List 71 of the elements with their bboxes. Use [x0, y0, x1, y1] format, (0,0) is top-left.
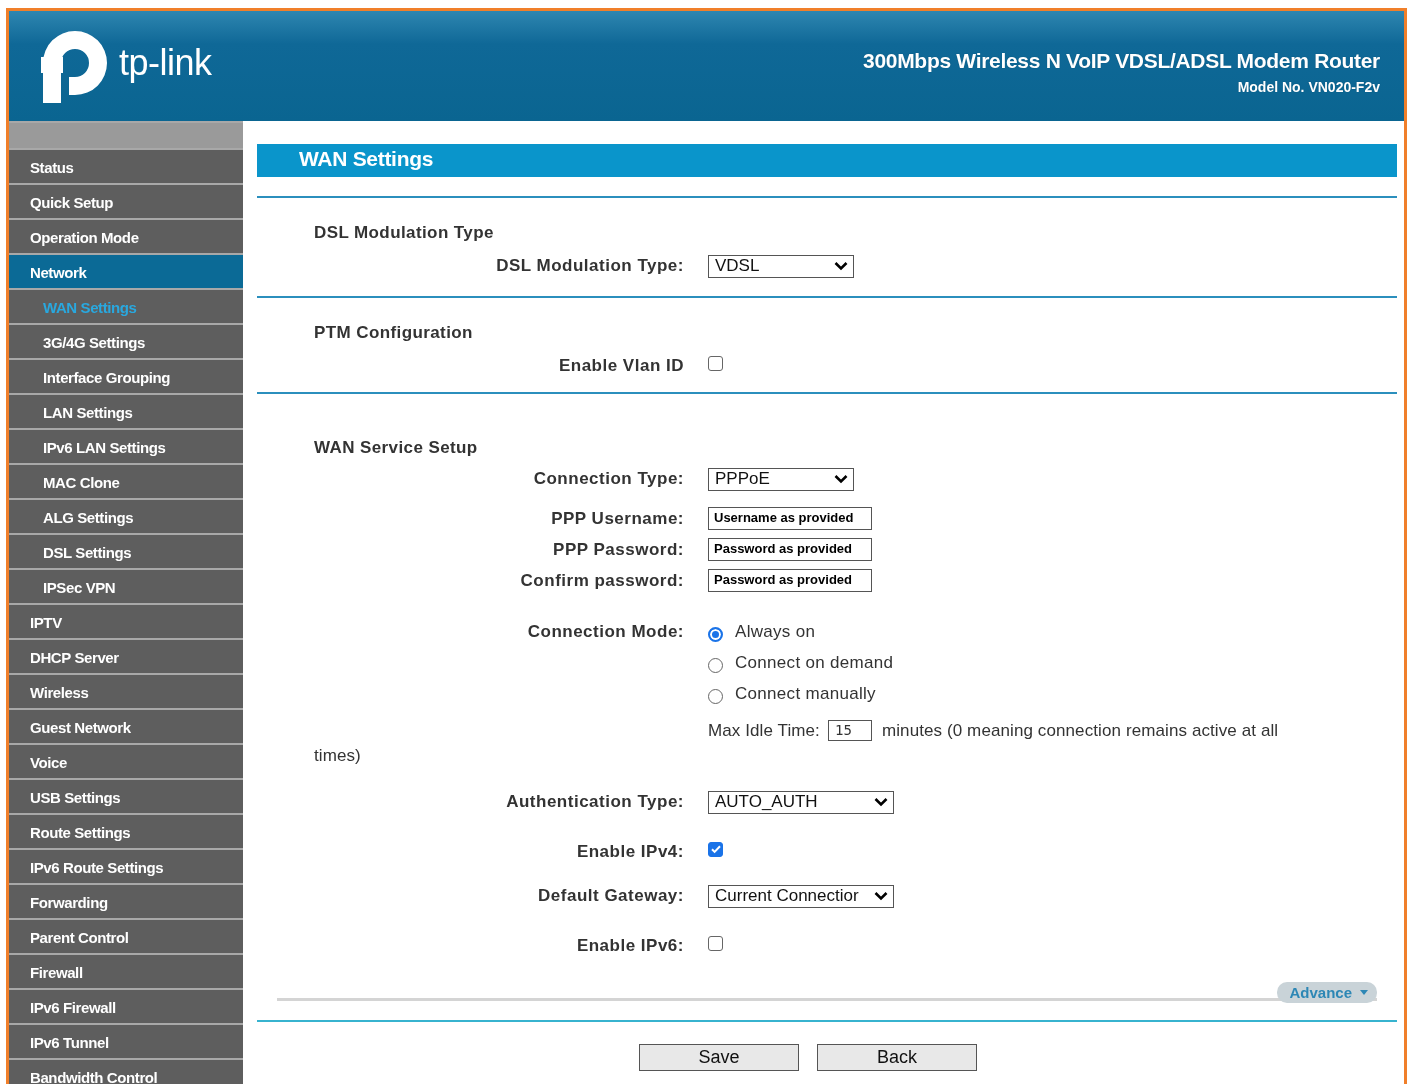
field-label: PPP Password:	[552, 539, 684, 560]
field-label: Max Idle Time:	[708, 720, 820, 742]
radio-button[interactable]	[708, 688, 723, 704]
checkbox[interactable]	[708, 935, 723, 951]
field-label: Authentication Type:	[505, 792, 684, 812]
radio-button[interactable]	[708, 657, 723, 673]
sidebar-item[interactable]: LAN Settings	[9, 395, 243, 428]
sidebar-item[interactable]: IPSec VPN	[9, 570, 243, 603]
sidebar-item[interactable]: IPv6 Firewall	[9, 990, 243, 1023]
radio-label: Connect on demand	[735, 653, 894, 673]
section-heading: DSL Modulation Type	[314, 222, 495, 244]
sidebar-item[interactable]: Voice	[9, 745, 243, 778]
field-label: Enable IPv4:	[575, 842, 684, 862]
radio-button[interactable]	[708, 626, 723, 642]
sidebar-item[interactable]: IPTV	[9, 605, 243, 638]
brand-name: tp-link	[119, 42, 212, 84]
chevron-down-icon	[874, 891, 888, 901]
sidebar-item[interactable]: Quick Setup	[9, 185, 243, 218]
sidebar-item[interactable]: Firewall	[9, 955, 243, 988]
dropdown[interactable]: Current Connectior	[708, 884, 894, 908]
sidebar-item[interactable]: Operation Mode	[9, 220, 243, 253]
dropdown[interactable]: PPPoE	[708, 467, 854, 491]
field-label: Connection Mode:	[526, 622, 684, 642]
dropdown[interactable]: AUTO_AUTH	[708, 790, 894, 814]
checkbox[interactable]	[708, 841, 723, 857]
field-label: Enable Vlan ID	[557, 356, 684, 376]
form-button[interactable]: Save	[639, 1044, 799, 1071]
chevron-down-icon	[874, 797, 888, 807]
sidebar-item[interactable]: Parent Control	[9, 920, 243, 953]
section-heading: WAN Service Setup	[314, 437, 479, 459]
caret-icon	[1360, 990, 1368, 995]
sidebar-item[interactable]: IPv6 Tunnel	[9, 1025, 243, 1058]
sidebar-item[interactable]: DHCP Server	[9, 640, 243, 673]
dropdown[interactable]: VDSL	[708, 254, 854, 278]
sidebar-item[interactable]: Wireless	[9, 675, 243, 708]
section-heading: PTM Configuration	[314, 322, 474, 344]
radio-label: Always on	[735, 622, 816, 642]
hint-text: times)	[314, 745, 361, 767]
sidebar-item[interactable]: Route Settings	[9, 815, 243, 848]
form-button[interactable]: Back	[817, 1044, 977, 1071]
page-title: WAN Settings	[257, 144, 1397, 177]
sidebar-item[interactable]: Interface Grouping	[9, 360, 243, 393]
sidebar-item[interactable]: USB Settings	[9, 780, 243, 813]
field-label: DSL Modulation Type:	[495, 256, 684, 276]
input-field[interactable]: Password as provided	[708, 569, 872, 592]
field-label: PPP Username:	[550, 508, 684, 529]
sidebar-item[interactable]: MAC Clone	[9, 465, 243, 498]
sidebar-item[interactable]: IPv6 LAN Settings	[9, 430, 243, 463]
model-number: Model No. VN020-F2v	[1237, 79, 1380, 95]
input-field[interactable]: Username as provided	[708, 507, 872, 530]
field-label: Confirm password:	[519, 570, 684, 591]
sidebar-item[interactable]: Forwarding	[9, 885, 243, 918]
field-label: Default Gateway:	[537, 886, 684, 906]
sidebar-item[interactable]: Guest Network	[9, 710, 243, 743]
product-title: 300Mbps Wireless N VoIP VDSL/ADSL Modem Router	[863, 49, 1380, 73]
chevron-down-icon	[834, 474, 848, 484]
radio-label: Connect manually	[735, 684, 876, 704]
input-field[interactable]: 15	[827, 720, 872, 741]
field-label: Connection Type:	[532, 469, 684, 489]
sidebar-item[interactable]: Status	[9, 150, 243, 183]
sidebar-item[interactable]: ALG Settings	[9, 500, 243, 533]
sidebar-item[interactable]: Network	[9, 255, 243, 288]
sidebar-item[interactable]: IPv6 Route Settings	[9, 850, 243, 883]
sidebar-item[interactable]: 3G/4G Settings	[9, 325, 243, 358]
field-label: Enable IPv6:	[575, 936, 684, 956]
hint-text: minutes (0 meaning connection remains active at all	[881, 720, 1279, 742]
checkbox[interactable]	[708, 355, 723, 371]
input-field[interactable]: Password as provided	[708, 538, 872, 561]
chevron-down-icon	[834, 261, 848, 271]
sidebar-item[interactable]: Bandwidth Control	[9, 1060, 243, 1084]
sidebar-item[interactable]: DSL Settings	[9, 535, 243, 568]
